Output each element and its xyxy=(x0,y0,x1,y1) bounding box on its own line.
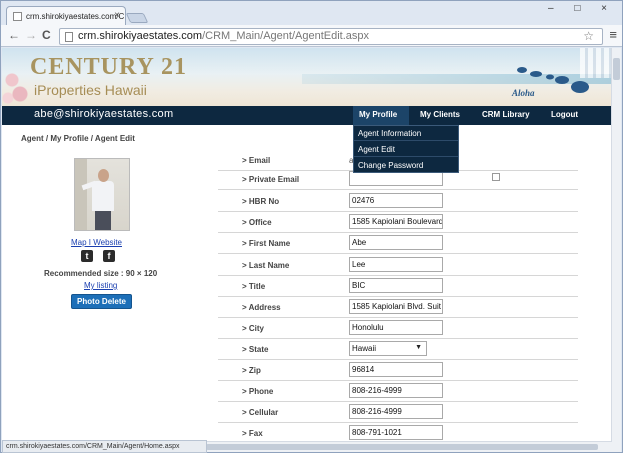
brand-subtitle: iProperties Hawaii xyxy=(34,82,147,98)
menu-item-agent-edit[interactable]: Agent Edit xyxy=(354,142,458,157)
cellular-label: > Cellular xyxy=(242,408,279,417)
tab-title: crm.shirokiyaestates.com/C xyxy=(26,12,125,21)
nav-my-profile[interactable]: My Profile xyxy=(359,110,397,119)
fax-label: > Fax xyxy=(242,429,263,438)
phone-field[interactable]: 808-216-4999 xyxy=(349,383,443,398)
zip-field[interactable]: 96814 xyxy=(349,362,443,377)
page-favicon-icon xyxy=(13,12,22,21)
status-bar-url: crm.shirokiyaestates.com/CRM_Main/Agent/… xyxy=(2,440,207,453)
flower-decoration-icon xyxy=(2,68,32,106)
last-name-field[interactable]: Lee xyxy=(349,257,443,272)
forward-arrow-icon[interactable]: → xyxy=(25,28,37,42)
new-tab-button[interactable] xyxy=(125,13,149,23)
page-icon xyxy=(65,32,73,42)
form-row-phone: > Phone 808-216-4999 xyxy=(218,380,578,402)
browser-menu-icon[interactable]: ≡ xyxy=(609,27,617,42)
state-select[interactable]: Hawaii ▼ xyxy=(349,341,427,356)
agent-email: abe@shirokiyaestates.com xyxy=(34,108,174,120)
site-banner: CENTURY 21 iProperties Hawaii Aloha xyxy=(2,48,612,106)
url-host: crm.shirokiyaestates.com xyxy=(78,30,203,42)
title-label: > Title xyxy=(242,282,266,291)
brand-logo[interactable]: CENTURY 21 xyxy=(30,54,187,81)
form-row-state: > State Hawaii ▼ xyxy=(218,338,578,360)
email-label: > Email xyxy=(242,156,271,165)
scrollbar-thumb[interactable] xyxy=(613,58,620,80)
map-website-link[interactable]: Map I Website xyxy=(71,238,122,247)
nav-my-clients[interactable]: My Clients xyxy=(420,110,460,119)
my-listing-link[interactable]: My listing xyxy=(84,281,117,290)
form-row-first-name: > First Name Abe xyxy=(218,232,578,254)
horizontal-scrollbar-thumb[interactable] xyxy=(206,444,598,450)
state-label: > State xyxy=(242,345,269,354)
breadcrumb: Agent / My Profile / Agent Edit xyxy=(21,134,135,143)
private-email-checkbox[interactable] xyxy=(492,173,500,181)
last-name-label: > Last Name xyxy=(242,261,290,270)
main-navbar: abe@shirokiyaestates.com My Profile My C… xyxy=(2,106,612,125)
facebook-icon[interactable]: f xyxy=(103,250,115,262)
hbr-no-label: > HBR No xyxy=(242,197,280,206)
window-controls[interactable]: – □ × xyxy=(548,3,616,14)
private-email-label: > Private Email xyxy=(242,175,300,184)
menu-item-change-password[interactable]: Change Password xyxy=(354,158,458,173)
city-label: > City xyxy=(242,324,265,333)
menu-item-agent-information[interactable]: Agent Information xyxy=(354,126,458,141)
address-bar[interactable]: crm.shirokiyaestates.com/CRM_Main/Agent/… xyxy=(59,28,603,45)
form-row-zip: > Zip 96814 xyxy=(218,359,578,381)
my-profile-dropdown: Agent Information Agent Edit Change Pass… xyxy=(353,125,459,173)
office-label: > Office xyxy=(242,218,272,227)
url-path: /CRM_Main/Agent/AgentEdit.aspx xyxy=(202,30,370,42)
agent-photo xyxy=(74,158,130,231)
fax-field[interactable]: 808-791-1021 xyxy=(349,425,443,440)
reload-icon[interactable]: C xyxy=(42,28,51,42)
browser-tab[interactable]: crm.shirokiyaestates.com/C × xyxy=(6,6,126,25)
nav-crm-library[interactable]: CRM Library xyxy=(482,110,530,119)
address-field[interactable]: 1585 Kapiolani Blvd. Suit xyxy=(349,299,443,314)
office-field[interactable]: 1585 Kapiolani Boulevard, xyxy=(349,214,443,229)
form-row-address: > Address 1585 Kapiolani Blvd. Suit xyxy=(218,296,578,318)
hbr-no-field[interactable]: 02476 xyxy=(349,193,443,208)
aloha-tagline: Aloha xyxy=(512,88,535,98)
form-row-title: > Title BIC xyxy=(218,275,578,297)
browser-toolbar: ← → C crm.shirokiyaestates.com/CRM_Main/… xyxy=(1,25,622,47)
address-label: > Address xyxy=(242,303,281,312)
phone-label: > Phone xyxy=(242,387,274,396)
cellular-field[interactable]: 808-216-4999 xyxy=(349,404,443,419)
zip-label: > Zip xyxy=(242,366,261,375)
tab-strip: crm.shirokiyaestates.com/C × – □ × xyxy=(1,1,622,25)
form-row-fax: > Fax 808-791-1021 xyxy=(218,422,578,441)
state-selected-value: Hawaii xyxy=(352,344,377,353)
form-row-last-name: > Last Name Lee xyxy=(218,254,578,276)
title-field[interactable]: BIC xyxy=(349,278,443,293)
browser-window: crm.shirokiyaestates.com/C × – □ × ← → C… xyxy=(0,0,623,453)
first-name-field[interactable]: Abe xyxy=(349,235,443,250)
vertical-scrollbar[interactable] xyxy=(611,48,621,452)
nav-logout[interactable]: Logout xyxy=(551,110,578,119)
form-row-city: > City Honolulu xyxy=(218,317,578,339)
recommended-size-note: Recommended size : 90 × 120 xyxy=(44,269,158,278)
back-arrow-icon[interactable]: ← xyxy=(8,28,20,42)
photo-delete-button[interactable]: Photo Delete xyxy=(71,294,132,309)
form-row-cellular: > Cellular 808-216-4999 xyxy=(218,401,578,423)
tab-close-icon[interactable]: × xyxy=(114,10,120,21)
form-row-office: > Office 1585 Kapiolani Boulevard, xyxy=(218,211,578,233)
dropdown-arrow-icon: ▼ xyxy=(415,344,422,351)
bookmark-star-icon[interactable]: ☆ xyxy=(583,29,594,43)
twitter-icon[interactable]: t xyxy=(81,250,93,262)
city-field[interactable]: Honolulu xyxy=(349,320,443,335)
form-row-hbr-no: > HBR No 02476 xyxy=(218,190,578,212)
private-email-field[interactable] xyxy=(349,171,443,186)
first-name-label: > First Name xyxy=(242,239,291,248)
web-page: CENTURY 21 iProperties Hawaii Aloha abe@… xyxy=(2,48,612,441)
